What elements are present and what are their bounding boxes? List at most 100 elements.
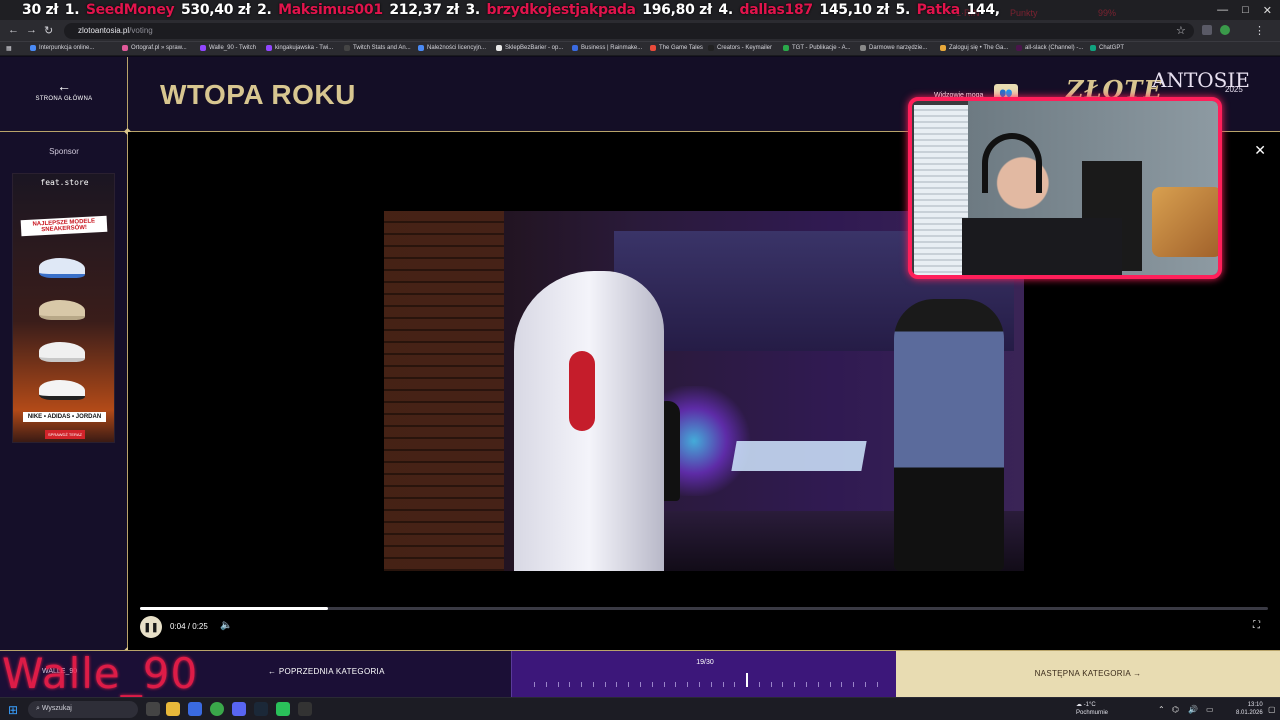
category-tick[interactable] xyxy=(805,682,807,687)
maximize-icon[interactable]: □ xyxy=(1242,4,1249,17)
ticker-nick: SeedMoney xyxy=(85,2,175,18)
category-tick[interactable] xyxy=(841,682,843,687)
url-path: /voting xyxy=(129,26,153,35)
menu-icon[interactable]: ⋮ xyxy=(1254,24,1265,37)
webcam-guitar xyxy=(1152,187,1218,257)
chrome-icon[interactable] xyxy=(210,702,224,716)
bookmark-item[interactable]: The Game Tales xyxy=(650,45,703,51)
taskbar-search[interactable]: ⌕ Wyszukaj xyxy=(28,701,138,718)
bookmark-item[interactable]: Ortograf.pl » spraw... xyxy=(122,45,187,51)
bookmark-item[interactable]: ChatGPT xyxy=(1090,45,1124,51)
bookmark-star-icon[interactable]: ☆ xyxy=(1176,24,1186,37)
category-tick[interactable] xyxy=(663,682,665,687)
bookmark-item[interactable]: Twitch Stats and An... xyxy=(344,45,411,51)
bookmark-item[interactable]: Walle_90 - Twitch xyxy=(200,45,256,51)
category-tick[interactable] xyxy=(640,682,642,687)
close-icon[interactable]: ✕ xyxy=(1254,142,1266,159)
ticker-rank: 1. xyxy=(64,2,80,18)
bookmark-item[interactable]: Business | Rainmake... xyxy=(572,45,642,51)
bookmark-item[interactable]: Należności licencyjn... xyxy=(418,45,486,51)
sponsor-ad[interactable]: feat.store NAJLEPSZE MODELE SNEAKERSÓW! … xyxy=(12,173,115,443)
bookmark-item[interactable]: Interpunkcja online... xyxy=(30,45,94,51)
video-scene-brick-wall xyxy=(384,211,504,571)
bookmark-item[interactable]: kingakujawska - Twi... xyxy=(266,45,333,51)
category-tick[interactable] xyxy=(592,682,594,687)
notifications-icon[interactable]: ▢ xyxy=(1268,705,1276,714)
category-tick[interactable] xyxy=(545,682,547,687)
category-tick[interactable] xyxy=(782,682,784,687)
category-tick[interactable] xyxy=(876,682,878,687)
back-nav-icon[interactable]: ← xyxy=(8,24,19,36)
category-tick[interactable] xyxy=(651,682,653,687)
category-tick[interactable] xyxy=(864,682,866,687)
app-icon[interactable] xyxy=(298,702,312,716)
category-tick[interactable] xyxy=(770,682,772,687)
speaker-icon[interactable]: 🔊 xyxy=(1188,705,1198,714)
fullscreen-icon[interactable]: ⛶ xyxy=(1253,620,1260,631)
task-view-icon[interactable] xyxy=(146,702,160,716)
bookmark-item[interactable]: Zaloguj się • The Ga... xyxy=(940,45,1008,51)
bookmark-item[interactable]: Darmowe narzędzie... xyxy=(860,45,927,51)
extensions-icon[interactable] xyxy=(1202,25,1212,35)
arrow-right-icon: → xyxy=(1130,669,1142,678)
steam-icon[interactable] xyxy=(254,702,268,716)
file-explorer-icon[interactable] xyxy=(166,702,180,716)
category-tick[interactable] xyxy=(534,682,535,687)
category-tick[interactable] xyxy=(616,682,618,687)
weather-widget[interactable]: ☁ -1°C Pochmurnie xyxy=(1076,701,1108,717)
category-tick[interactable] xyxy=(557,682,559,687)
category-tick-current[interactable] xyxy=(746,673,749,687)
category-tick[interactable] xyxy=(710,682,712,687)
category-tick[interactable] xyxy=(758,682,760,687)
url-input[interactable]: zlotoantosia.pl/voting xyxy=(64,23,1194,39)
profile-icon[interactable] xyxy=(1220,25,1230,35)
pause-button[interactable]: ❚❚ xyxy=(140,616,162,638)
ad-cta-button[interactable]: SPRAWDŹ TERAZ xyxy=(45,430,85,439)
reload-icon[interactable]: ↻ xyxy=(44,24,53,37)
network-icon[interactable]: ⌬ xyxy=(1172,705,1179,714)
category-tick[interactable] xyxy=(698,682,700,687)
previous-category-button[interactable]: ← POPRZEDNIA KATEGORIA xyxy=(268,667,385,676)
category-tick[interactable] xyxy=(722,682,724,687)
store-icon[interactable] xyxy=(188,702,202,716)
next-category-button[interactable]: NASTĘPNA KATEGORIA → xyxy=(896,651,1280,697)
minimize-icon[interactable]: — xyxy=(1217,4,1228,17)
video-scene-air-hockey xyxy=(731,441,867,471)
video-progress-bar[interactable] xyxy=(140,607,1268,610)
ticker-amount: 530,40 zł xyxy=(180,2,251,18)
apps-icon[interactable]: ▦ xyxy=(6,45,12,52)
close-window-icon[interactable]: ✕ xyxy=(1263,4,1272,17)
home-link[interactable]: ← STRONA GŁÓWNA xyxy=(0,79,128,102)
ad-brand: feat.store xyxy=(40,178,89,187)
category-tick[interactable] xyxy=(687,682,689,687)
arrow-left-icon: ← xyxy=(57,78,71,94)
bookmark-item[interactable]: TGT - Publikacje - A... xyxy=(783,45,851,51)
bookmark-item[interactable]: Creators - Keymailer xyxy=(708,45,772,51)
ticker-rank: 4. xyxy=(718,2,733,18)
app-icon[interactable] xyxy=(276,702,290,716)
windows-start-icon[interactable]: ⊞ xyxy=(8,703,18,717)
sneaker-image xyxy=(39,300,85,320)
category-tick[interactable] xyxy=(829,682,831,687)
volume-icon[interactable]: 🔈 xyxy=(220,620,232,631)
category-tick[interactable] xyxy=(581,682,583,687)
category-tick[interactable] xyxy=(569,682,571,687)
discord-icon[interactable] xyxy=(232,702,246,716)
bookmark-item[interactable]: SklepBezBarier - op... xyxy=(496,45,563,51)
category-tick[interactable] xyxy=(628,682,630,687)
ticker-amount: 145,10 zł xyxy=(819,2,889,18)
cloud-icon: ☁ xyxy=(1076,702,1084,708)
forward-nav-icon[interactable]: → xyxy=(26,24,37,36)
video-time: 0:04 / 0:25 xyxy=(170,622,208,631)
taskbar-clock[interactable]: 13:10 8.01.2026 xyxy=(1236,701,1263,717)
category-ticks xyxy=(534,673,878,687)
category-tick[interactable] xyxy=(734,682,736,687)
category-tick[interactable] xyxy=(604,682,606,687)
category-tick[interactable] xyxy=(794,682,796,687)
battery-icon[interactable]: ▭ xyxy=(1206,705,1214,714)
tray-chevron-icon[interactable]: ⌃ xyxy=(1158,705,1165,714)
category-tick[interactable] xyxy=(817,682,819,687)
bookmark-item[interactable]: all-slack (Channel) -... xyxy=(1016,45,1083,51)
category-tick[interactable] xyxy=(675,682,677,687)
category-tick[interactable] xyxy=(853,682,855,687)
